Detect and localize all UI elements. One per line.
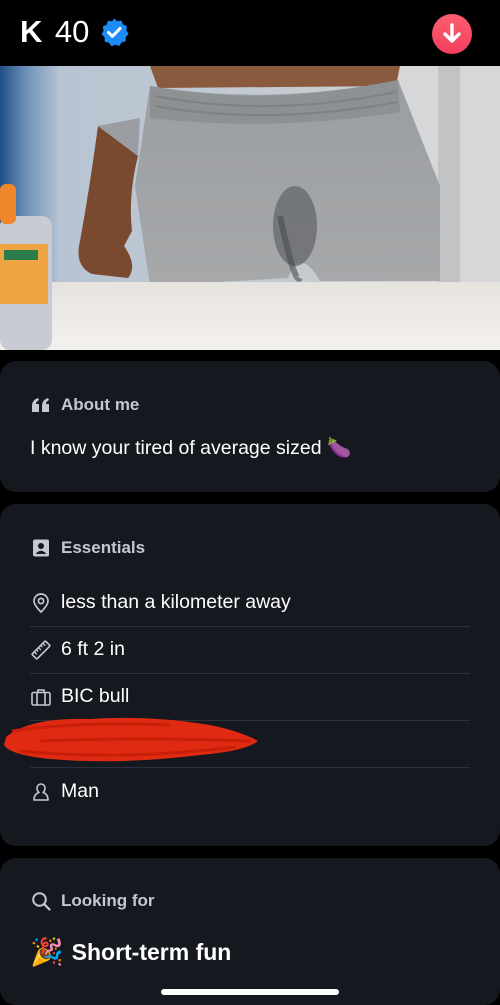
collapse-profile-button[interactable] [432, 14, 472, 54]
essentials-header: Essentials [30, 537, 145, 559]
profile-age: 40 [54, 14, 90, 49]
photo-image [0, 66, 500, 350]
about-me-header: About me [30, 394, 139, 416]
distance-text: less than a kilometer away [61, 591, 291, 613]
party-popper-icon: 🎉 [30, 937, 64, 967]
about-me-text: I know your tired of average sized 🍆 [30, 437, 352, 459]
profile-header: K 40 [0, 0, 500, 66]
id-card-icon [30, 537, 52, 559]
gender-text: Man [61, 780, 99, 802]
profile-photo[interactable] [0, 66, 500, 350]
person-icon [30, 781, 52, 803]
essential-distance: less than a kilometer away [30, 579, 470, 627]
location-pin-icon [30, 592, 52, 614]
about-me-card: About me [0, 361, 500, 492]
essentials-card: Essentials less than a kilometer away 6 … [0, 504, 500, 846]
home-indicator[interactable] [161, 989, 339, 995]
looking-for-text: Short-term fun [71, 938, 232, 965]
looking-for-title: Looking for [61, 891, 155, 910]
essentials-title: Essentials [61, 538, 146, 557]
profile-name: K [20, 14, 43, 49]
essential-gender: Man [30, 768, 470, 815]
about-me-title: About me [61, 395, 140, 414]
search-icon [30, 890, 52, 912]
redaction-scribble [0, 711, 262, 767]
essential-height: 6 ft 2 in [30, 626, 470, 674]
job-text: BIC bull [61, 685, 130, 707]
briefcase-icon [30, 686, 52, 708]
height-text: 6 ft 2 in [61, 638, 125, 660]
looking-for-value: 🎉 Short-term fun [30, 936, 231, 968]
quote-icon [30, 394, 52, 416]
looking-for-card: Looking for 🎉 Short-term fun [0, 858, 500, 1005]
arrow-down-icon [443, 23, 461, 43]
looking-for-header: Looking for [30, 890, 154, 912]
verified-badge-icon [99, 17, 129, 47]
ruler-icon [30, 639, 52, 661]
name-row: K 40 [20, 12, 129, 52]
